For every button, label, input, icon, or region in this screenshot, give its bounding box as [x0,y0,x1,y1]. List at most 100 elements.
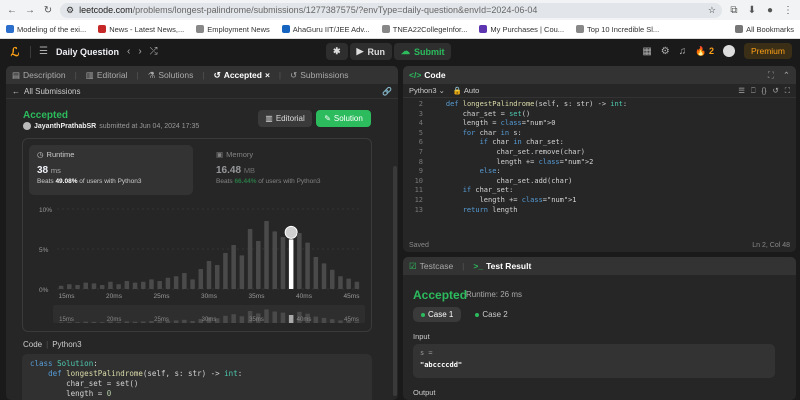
auto-mode[interactable]: 🔒 Auto [453,86,479,95]
download-icon[interactable]: ⬇ [746,4,758,16]
distribution-bar [264,221,269,289]
problem-list-icon[interactable]: ☰ [39,46,48,57]
daily-question-title[interactable]: Daily Question [56,47,119,57]
tab-code[interactable]: </> Code [409,70,446,80]
chip-icon: ▣ [216,150,224,159]
bookmark-item[interactable]: Employment News [196,25,270,34]
braces-icon[interactable]: {} [761,86,766,96]
premium-button[interactable]: Premium [743,43,792,59]
leetcode-logo-icon[interactable]: ℒ [8,45,22,59]
code-line[interactable]: 9 else: [403,167,796,177]
code-line[interactable]: 5 for char in s: [403,129,796,139]
tab-solutions[interactable]: ⚗ Solutions [148,70,194,81]
address-bar[interactable]: ⚙ leetcode.com/problems/longest-palindro… [60,2,722,18]
settings-gear-icon[interactable]: ⚙ [661,46,670,57]
memory-card[interactable]: ▣ Memory 16.48 MB Beats 66.44% of users w… [208,145,368,195]
code-editor[interactable]: 2 def longestPalindrome(self, s: str) ->… [403,100,796,215]
menu-icon[interactable]: ⋮ [782,4,794,16]
all-submissions-link[interactable]: All Submissions [24,87,80,96]
overview-bar [223,315,228,323]
x-tick-label: 35ms [249,293,266,300]
user-avatar[interactable] [722,45,735,57]
code-line[interactable]: 8 length += class="num">2 [403,158,796,168]
back-arrow-icon[interactable]: ← [12,87,20,96]
distribution-bar [338,276,343,289]
format-icon[interactable]: ☰ [738,86,745,96]
bookmark-icon[interactable]: ⎕ [751,86,756,96]
run-button[interactable]: ▶ Run [349,43,392,60]
tab-submissions[interactable]: ↺ Submissions [290,70,348,81]
code-line[interactable]: 13 return length [403,206,796,216]
bookmark-item[interactable]: Top 10 Incredible Sl... [576,25,659,34]
back-arrow-icon[interactable]: ← [6,4,18,16]
profile-avatar-icon[interactable]: ● [764,4,776,16]
all-bookmarks[interactable]: All Bookmarks [735,25,794,34]
maximize-icon[interactable]: ⛶ [768,70,774,81]
submit-button[interactable]: ☁ Submit [393,43,452,60]
notification-bell-icon[interactable]: ♫ [679,46,687,57]
code-line[interactable]: 6 if char in char_set: [403,138,796,148]
code-line[interactable]: 3 char_set = set() [403,110,796,120]
distribution-bar [206,261,212,289]
code-line[interactable]: 7 char_set.remove(char) [403,148,796,158]
user-avatar[interactable] [23,122,31,130]
distribution-bar [239,255,245,289]
tab-accepted[interactable]: ↺ Accepted × [214,70,270,81]
star-icon[interactable]: ☆ [708,5,716,16]
overview-tick-label: 25ms [154,317,169,323]
code-line[interactable]: 4 length = class="num">0 [403,119,796,129]
next-problem-icon[interactable]: › [138,46,141,57]
tab-description[interactable]: ▤ Description [12,70,66,81]
site-info-icon[interactable]: ⚙ [66,5,74,16]
reload-icon[interactable]: ↻ [42,4,54,16]
tab-editorial[interactable]: ▥ Editorial [86,70,128,81]
distribution-bar [182,273,187,289]
chevron-up-icon[interactable]: ⌃ [783,70,790,81]
code-line[interactable]: 10 char_set.add(char) [403,177,796,187]
cloud-upload-icon: ☁ [400,46,410,56]
distribution-bar [297,233,302,289]
code-line[interactable]: 11 if char_set: [403,186,796,196]
close-icon[interactable]: × [265,70,270,80]
bookmark-item[interactable]: News - Latest News,... [98,25,184,34]
bookmark-item[interactable]: AhaGuru IIT/JEE Adv... [281,25,370,34]
layout-icon[interactable]: ▦ [642,46,651,57]
case-1-tab[interactable]: Case 1 [413,307,462,322]
runtime-distribution-chart[interactable]: 10% 5% 0% 15ms 20ms 25ms 30ms 35ms 40ms 45ms 15ms 2… [23,201,373,331]
x-tick-label: 20ms [106,293,123,300]
extensions-icon[interactable]: ⧉ [728,4,740,16]
tab-test-result[interactable]: >_ Test Result [473,261,531,271]
tab-testcase[interactable]: ☑ Testcase [409,261,453,272]
forward-arrow-icon[interactable]: → [24,4,36,16]
bookmark-item[interactable]: TNEA22CollegeInfor... [381,25,467,34]
submission-subbar: ← All Submissions 🔗 [6,84,398,99]
editorial-button[interactable]: ▥ Editorial [258,110,312,127]
link-icon[interactable]: 🔗 [382,87,392,96]
y-tick-label: 10% [39,207,52,214]
book-icon: ▥ [85,69,94,80]
language-select[interactable]: Python3 ⌄ [409,86,445,95]
code-line[interactable]: 2 def longestPalindrome(self, s: str) ->… [403,100,796,110]
fullscreen-icon[interactable]: ⛶ [785,86,790,96]
bookmark-item[interactable]: My Purchases | Cou... [479,25,564,34]
input-var: s = [420,349,433,357]
line-number: 9 [418,167,423,176]
memory-value: 16.48 [216,165,242,176]
left-scrollbar[interactable] [393,166,397,396]
case-2-tab[interactable]: Case 2 [467,307,515,322]
overview-bar [190,321,195,323]
code-line[interactable]: 12 length += class="num">1 [403,196,796,206]
x-tick-label: 30ms [201,293,218,300]
editor-toolbar: Python3 ⌄ 🔒 Auto ☰ ⎕ {} ↺ ⛶ [403,84,796,98]
bookmark-item[interactable]: Modeling of the exi... [6,25,86,34]
username[interactable]: JayanthPrathabSR [34,123,96,130]
code-panel-header: </> Code ⛶ ⌃ [403,66,796,84]
shuffle-icon[interactable]: ⤮ [150,46,158,57]
runtime-card[interactable]: ◷ Runtime 38 ms Beats 49.08% of users wit… [29,145,193,195]
streak-counter[interactable]: 🔥 2 [695,46,714,57]
solution-button[interactable]: ✎ Solution [316,110,371,127]
debug-button[interactable]: ✱ [326,43,348,60]
reset-icon[interactable]: ↺ [772,86,778,96]
user-marker-avatar-icon [284,225,298,239]
prev-problem-icon[interactable]: ‹ [127,46,130,57]
